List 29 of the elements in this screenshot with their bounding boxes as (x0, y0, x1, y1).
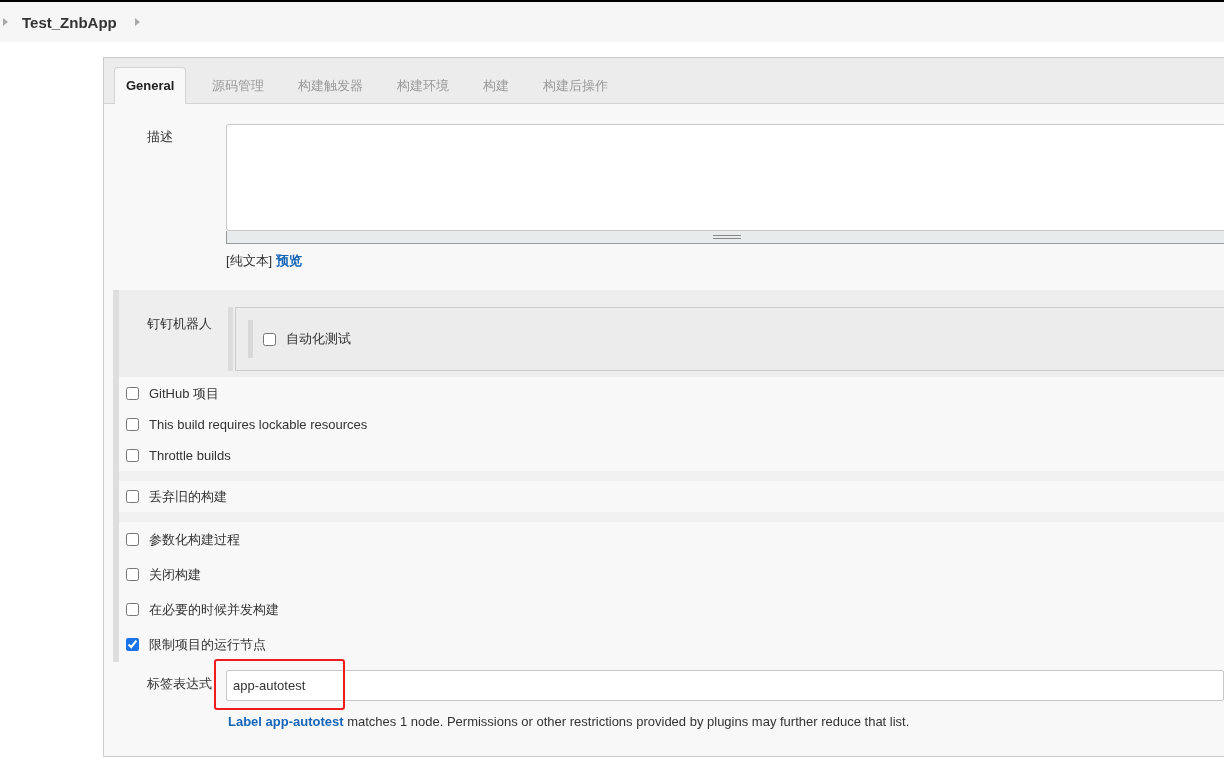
checkbox-label[interactable]: 参数化构建过程 (149, 530, 240, 549)
checkbox[interactable] (126, 568, 139, 581)
checkbox[interactable] (263, 332, 276, 346)
field-label: 钉钉机器人 (147, 315, 213, 333)
checkbox[interactable] (126, 603, 139, 616)
preview-link[interactable]: 预览 (275, 253, 302, 268)
checkbox-label[interactable]: This build requires lockable resources (149, 417, 368, 432)
checkbox[interactable] (126, 449, 139, 462)
label-expression-field[interactable]: app-autotest (226, 670, 1224, 701)
checkbox-label[interactable]: 限制项目的运行节点 (149, 635, 266, 654)
checkbox-label[interactable]: 自动化测试 (286, 330, 351, 348)
checkbox-label[interactable]: Throttle builds (149, 448, 231, 463)
checkbox[interactable] (126, 418, 139, 431)
tab[interactable]: General (114, 67, 187, 104)
checkbox[interactable] (126, 533, 139, 546)
checkbox[interactable] (126, 638, 139, 651)
checkbox-label[interactable]: 丢弃旧的构建 (149, 487, 227, 506)
format-label: [纯文本] (226, 253, 273, 268)
checkbox[interactable] (126, 387, 139, 400)
checkbox[interactable] (126, 490, 139, 503)
help-text: Label app-autotest matches 1 node. Permissions or other restrictions provided by plugins may further reduce that list. (228, 714, 911, 729)
breadcrumb-link[interactable]: Test_ZnbApp (22, 13, 117, 31)
checkbox-label[interactable]: GitHub 项目 (149, 384, 220, 403)
checkbox-label[interactable]: 关闭构建 (149, 565, 201, 584)
resize-handle[interactable] (226, 231, 1224, 244)
description-field[interactable] (226, 124, 1224, 231)
field-label: 标签表达式 (147, 675, 213, 693)
field-label: 描述 (147, 128, 174, 146)
checkbox-label[interactable]: 在必要的时候并发构建 (149, 600, 279, 619)
